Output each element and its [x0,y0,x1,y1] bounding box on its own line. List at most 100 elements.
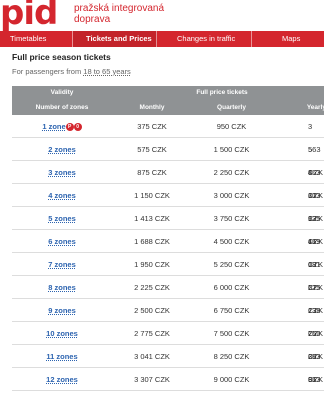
price-monthly: 1 688 CZK [134,237,170,246]
price-yearly: 3 563 CZK [308,122,323,177]
header-row-sub: Number of zones Monthly Quarterly Yearly [12,100,324,115]
zone-link[interactable]: 8 zones [12,276,112,298]
zone-link[interactable]: 11 zones [12,345,112,367]
zone-label: 6 zones [48,237,76,246]
price-monthly: 3 307 CZK [134,375,170,384]
zone-link[interactable]: 1 zone P 0 [12,115,112,137]
header-validity: Validity [50,89,74,96]
price-yearly: 18 525 CZK [308,260,323,315]
price-yearly: 26 363 CZK [308,329,323,384]
brand-name-line1: pražská integrovaná [74,3,165,14]
price-yearly: 28 963 CZK [308,352,323,400]
zone-label: 1 zone [42,122,66,131]
price-quarterly: 1 500 CZK [213,145,250,154]
zone-link[interactable]: 9 zones [12,299,112,321]
header-monthly: Monthly [139,104,165,111]
table-row: 8 zones 2 225 CZK 6 000 CZK 21 138 CZK [12,276,324,338]
zone-label: 2 zones [48,145,76,154]
zone-link[interactable]: 3 zones [12,161,112,183]
header-full-price: Full price tickets [196,89,248,96]
subtitle-prefix: For passengers from [12,67,84,76]
table-row: 6 zones 1 688 CZK 4 500 CZK 16 031 CZK [12,230,324,292]
table-header: Validity Full price tickets Number of zo… [12,86,324,115]
price-monthly: 1 150 CZK [134,191,170,200]
header-row-top: Validity Full price tickets [12,86,324,100]
nav-changes-in-traffic[interactable]: Changes in traffic [157,31,252,47]
nav-tickets-and-prices[interactable]: Tickets and Prices [73,31,157,47]
price-yearly: 5 463 CZK [308,145,323,200]
price-quarterly: 3 750 CZK [213,214,250,223]
price-quarterly: 2 250 CZK [213,168,250,177]
zone-link[interactable]: 7 zones [12,253,112,275]
zone-link[interactable]: 10 zones [12,322,112,344]
table-row: 9 zones 2 500 CZK 6 750 CZK 23 750 CZK [12,299,324,361]
header-yearly: Yearly [306,104,324,111]
price-monthly: 2 500 CZK [134,306,170,315]
zone-link[interactable]: 2 zones [12,138,112,160]
price-yearly: 13 419 CZK [308,214,323,269]
zone-link[interactable]: 5 zones [12,207,112,229]
price-yearly: 31 463 CZK [308,375,321,400]
table-row: 11 zones 3 041 CZK 8 250 CZK 28 963 CZK [12,345,324,400]
price-monthly: 1 413 CZK [134,214,170,223]
price-monthly: 2 225 CZK [134,283,170,292]
page-subtitle: For passengers from 18 to 65 years [12,67,131,76]
price-yearly: 34 163 CZK [271,391,324,400]
zone-label: 9 zones [48,306,76,315]
price-quarterly: 9 750 CZK [192,391,271,400]
table-row: 5 zones 1 413 CZK 3 750 CZK 13 419 CZK [12,207,324,269]
zone-label: 5 zones [48,214,76,223]
zone-label: 7 zones [48,260,76,269]
zone-badge-icon: 0 [73,123,82,131]
zone-link[interactable]: 12 zones [12,368,112,390]
table-row: 3 zones 875 CZK 2 250 CZK 8 313 CZK [12,161,324,223]
table-body: 1 zone P 0 375 CZK 950 CZK 3 563 CZK 2 zones 57… [12,115,324,400]
price-quarterly: 6 750 CZK [213,306,250,315]
price-quarterly: 4 500 CZK [213,237,250,246]
price-quarterly: 7 500 CZK [213,329,250,338]
zone-link[interactable]: 4 zones [12,184,112,206]
pid-logo[interactable]: pid [0,0,58,30]
price-monthly: 575 CZK [137,145,167,154]
price-quarterly: 9 000 CZK [213,375,250,384]
zone-label: 3 zones [48,168,76,177]
header-zones: Number of zones [35,104,89,111]
main-nav: Timetables Tickets and Prices Changes in… [0,31,324,47]
price-quarterly: 5 250 CZK [213,260,250,269]
price-monthly: 375 CZK [137,122,167,131]
table-row: 1 zone P 0 375 CZK 950 CZK 3 563 CZK [12,115,324,177]
table-row: 10 zones 2 775 CZK 7 500 CZK 26 363 CZK [12,322,324,384]
price-monthly: 875 CZK [137,168,167,177]
price-quarterly: 3 000 CZK [213,191,250,200]
brand-name-line2: doprava [74,14,111,25]
price-monthly: 2 775 CZK [134,329,170,338]
price-yearly: 16 031 CZK [308,237,323,292]
table-row: 13 zones3 573 CZK9 750 CZK34 163 CZK [12,391,324,400]
price-quarterly: 6 000 CZK [213,283,250,292]
header-quarterly: Quarterly [217,104,246,111]
table-row: 7 zones 1 950 CZK 5 250 CZK 18 525 CZK [12,253,324,315]
zone-label: 12 zones [46,375,78,384]
zone-link[interactable]: 13 zones [12,391,112,400]
price-monthly: 1 950 CZK [134,260,170,269]
zone-link[interactable]: 6 zones [12,230,112,252]
price-monthly: 3 041 CZK [134,352,170,361]
price-yearly: 21 138 CZK [308,283,323,338]
table-row: 12 zones 3 307 CZK 9 000 CZK 31 463 CZK [12,368,324,400]
nav-maps[interactable]: Maps [252,31,324,47]
page-title: Full price season tickets [12,52,111,62]
zone-badge-icon: P [65,123,74,131]
price-monthly: 3 573 CZK [112,391,192,400]
zone-label: 4 zones [48,191,76,200]
nav-timetables[interactable]: Timetables [0,31,73,47]
brand-name: pražská integrovaná doprava [74,3,164,25]
price-yearly: 10 925 CZK [308,191,323,246]
price-yearly: 23 750 CZK [308,306,323,361]
site-header: pid pražská integrovaná doprava [0,0,324,30]
zone-label: 10 zones [46,329,78,338]
age-range-link[interactable]: 18 to 65 years [83,67,131,76]
price-yearly: 8 313 CZK [308,168,323,223]
zone-label: 8 zones [48,283,76,292]
table-row: 4 zones 1 150 CZK 3 000 CZK 10 925 CZK [12,184,324,246]
zone-label: 11 zones [46,352,78,361]
